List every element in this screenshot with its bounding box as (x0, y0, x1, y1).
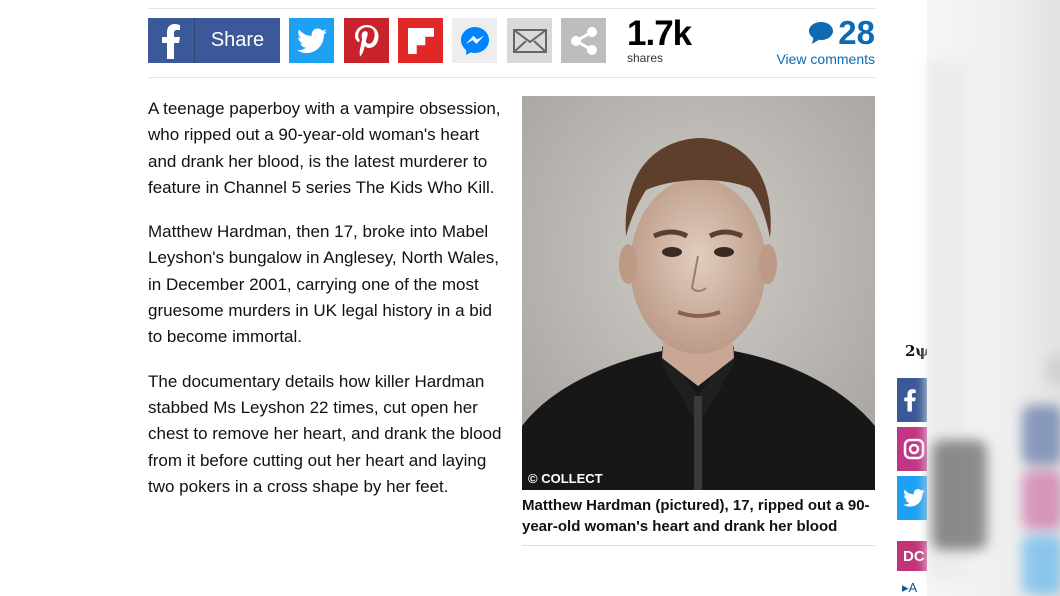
blurred-background-region (927, 0, 1060, 596)
article-body: A teenage paperboy with a vampire obsess… (148, 96, 504, 518)
sidebar-arrow-link[interactable]: ▸A (902, 580, 917, 596)
sidebar-partial-text: 2ψ (905, 342, 930, 360)
messenger-icon (460, 26, 489, 55)
share-count: 1.7k shares (627, 14, 692, 66)
speech-bubble-icon (809, 22, 834, 44)
comments-count: 28 (776, 15, 875, 51)
flipboard-icon (407, 27, 434, 54)
facebook-icon (148, 18, 195, 63)
facebook-share-button[interactable]: Share (148, 18, 280, 63)
share-count-label: shares (627, 51, 664, 65)
article-paragraph: Matthew Hardman, then 17, broke into Mab… (148, 222, 499, 347)
facebook-icon (904, 389, 916, 412)
blurred-shape (1022, 405, 1060, 465)
photo-caption: Matthew Hardman (pictured), 17, ripped o… (522, 496, 875, 546)
messenger-share-button[interactable] (452, 18, 497, 63)
share-bar: Share 1.7k shares 28 View comments (148, 8, 875, 78)
blurred-shape (1022, 470, 1060, 530)
share-icon (570, 26, 597, 55)
sidebar-facebook-button[interactable] (897, 378, 927, 422)
blurred-shape (1047, 355, 1060, 385)
article-paragraph: A teenage paperboy with a vampire obsess… (148, 99, 501, 197)
twitter-icon (296, 28, 327, 53)
article-paragraph: The documentary details how killer Hardm… (148, 371, 502, 496)
article-photo[interactable]: © COLLECT (522, 96, 875, 490)
mail-icon (512, 28, 547, 53)
sidebar-dc-label[interactable]: DC (897, 541, 927, 571)
sidebar-instagram-button[interactable] (897, 427, 927, 471)
flipboard-share-button[interactable] (398, 18, 443, 63)
pinterest-share-button[interactable] (344, 18, 389, 63)
email-share-button[interactable] (507, 18, 552, 63)
more-share-button[interactable] (561, 18, 606, 63)
twitter-icon (903, 489, 925, 507)
comments-count-number: 28 (838, 14, 875, 51)
comments-link[interactable]: 28 View comments (776, 15, 875, 68)
instagram-icon (903, 438, 925, 460)
sidebar-twitter-button[interactable] (897, 476, 927, 520)
facebook-share-label: Share (210, 29, 265, 51)
photo-credit: © COLLECT (528, 471, 603, 486)
share-count-number: 1.7k (627, 14, 692, 53)
blurred-shape (932, 440, 987, 550)
pinterest-icon (354, 24, 378, 56)
blurred-shape (1022, 535, 1060, 595)
portrait-image (522, 96, 875, 490)
twitter-share-button[interactable] (289, 18, 334, 63)
view-comments-label[interactable]: View comments (776, 51, 875, 67)
